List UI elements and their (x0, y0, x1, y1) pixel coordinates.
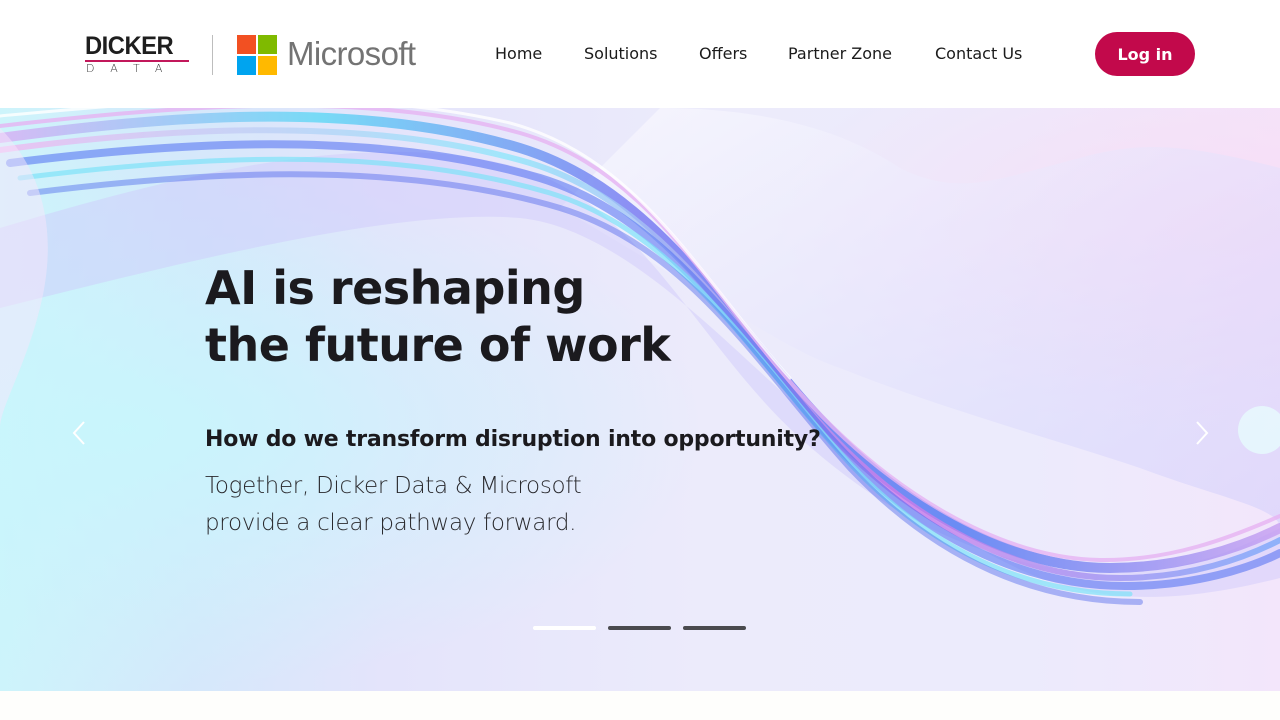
nav-partner-zone[interactable]: Partner Zone (788, 44, 892, 64)
hero-body-line-1: Together, Dicker Data & Microsoft (205, 473, 582, 499)
carousel-indicators (0, 626, 1280, 634)
hero-body: Together, Dicker Data & Microsoft provid… (205, 468, 705, 542)
hero-title: AI is reshaping the future of work (205, 260, 805, 374)
hero-title-line-2: the future of work (205, 318, 671, 372)
chevron-left-icon (72, 421, 85, 445)
carousel-indicator-1-active[interactable] (533, 626, 596, 630)
nav-solutions[interactable]: Solutions (584, 44, 658, 64)
hero-background-ribbon (0, 108, 1280, 691)
page-content-below-hero (0, 691, 1280, 720)
carousel-indicator-3[interactable] (683, 626, 746, 630)
logo-divider (212, 35, 213, 75)
microsoft-wordmark: Microsoft (287, 35, 416, 72)
chevron-right-icon (1196, 421, 1209, 445)
ms-square-blue (237, 56, 256, 75)
ms-square-green (258, 35, 277, 54)
nav-contact-us[interactable]: Contact Us (935, 44, 1022, 64)
hero-title-line-1: AI is reshaping (205, 261, 585, 315)
dicker-data-logo[interactable]: DICKER DATA (85, 34, 189, 76)
carousel-indicator-2[interactable] (608, 626, 671, 630)
dicker-logo-sub: DATA (86, 62, 179, 75)
nav-offers[interactable]: Offers (699, 44, 747, 64)
ms-square-red (237, 35, 256, 54)
login-button[interactable]: Log in (1095, 32, 1195, 76)
site-header: DICKER DATA Microsoft Home Solutions Off… (0, 0, 1280, 108)
nav-home[interactable]: Home (495, 44, 542, 64)
carousel-next-button[interactable] (1187, 416, 1217, 450)
carousel-prev-button[interactable] (64, 416, 94, 450)
hero-question: How do we transform disruption into oppo… (205, 427, 821, 452)
microsoft-logo-icon (237, 35, 277, 75)
ms-square-yellow (258, 56, 277, 75)
hero-body-line-2: provide a clear pathway forward. (205, 510, 577, 536)
dicker-logo-word: DICKER (85, 32, 174, 60)
hero-carousel: AI is reshaping the future of work How d… (0, 108, 1280, 691)
